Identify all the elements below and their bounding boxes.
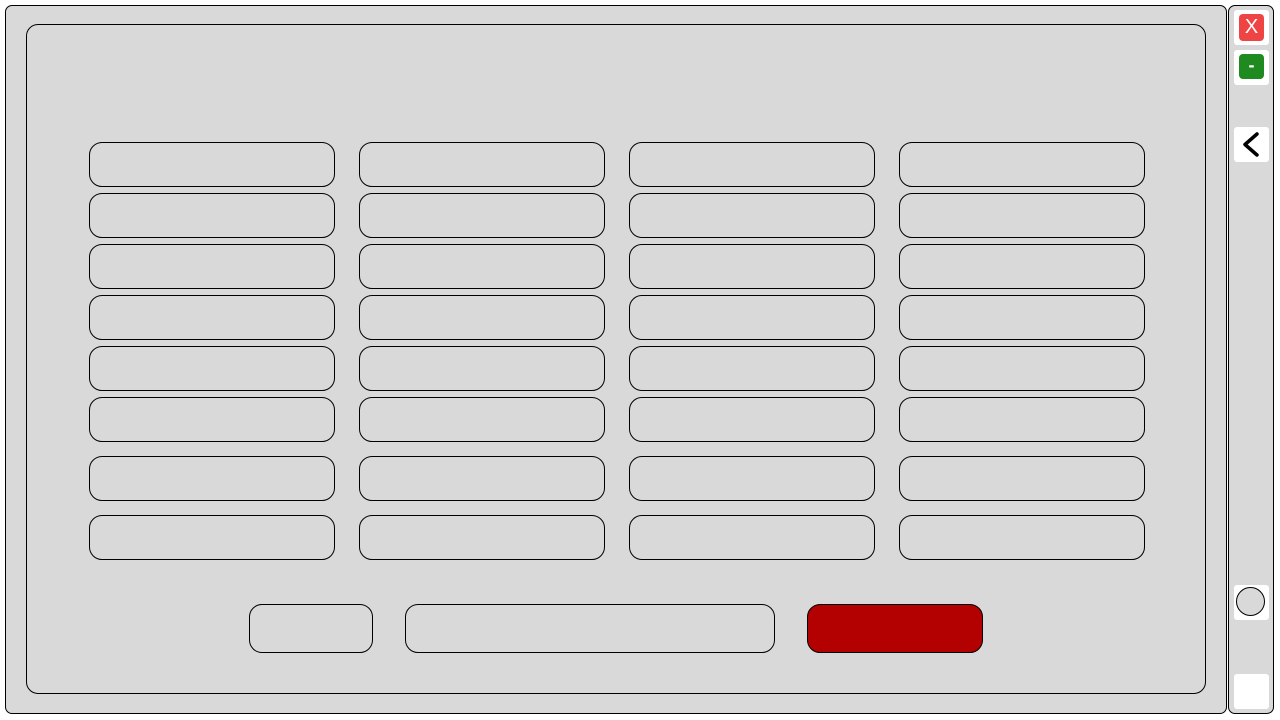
close-icon[interactable]: X [1239, 14, 1264, 41]
grid-button-r3-c1[interactable] [89, 244, 335, 289]
grid-button-r6-c4[interactable] [899, 397, 1145, 442]
grid-button-r3-c2[interactable] [359, 244, 605, 289]
bottom-red-action-button[interactable] [807, 604, 983, 653]
grid-button-r4-c3[interactable] [629, 295, 875, 340]
grid-button-r2-c3[interactable] [629, 193, 875, 238]
grid-button-r7-c2[interactable] [359, 456, 605, 501]
grid-button-r8-c2[interactable] [359, 515, 605, 560]
minimize-tile: - [1234, 50, 1269, 85]
grid-button-r8-c3[interactable] [629, 515, 875, 560]
circle-icon [1236, 587, 1265, 616]
back-button[interactable] [1234, 127, 1269, 162]
grid-button-r5-c3[interactable] [629, 346, 875, 391]
grid-button-r2-c2[interactable] [359, 193, 605, 238]
grid-button-r5-c4[interactable] [899, 346, 1145, 391]
chevron-left-icon [1243, 132, 1259, 157]
grid-button-r7-c4[interactable] [899, 456, 1145, 501]
grid-button-r4-c2[interactable] [359, 295, 605, 340]
close-tile: X [1234, 10, 1269, 45]
grid-button-r1-c4[interactable] [899, 142, 1145, 187]
blank-tile[interactable] [1234, 674, 1269, 709]
grid-button-r2-c4[interactable] [899, 193, 1145, 238]
grid-button-r7-c3[interactable] [629, 456, 875, 501]
grid-button-r6-c2[interactable] [359, 397, 605, 442]
minimize-icon[interactable]: - [1239, 54, 1264, 79]
grid-button-r4-c1[interactable] [89, 295, 335, 340]
grid-button-r1-c2[interactable] [359, 142, 605, 187]
grid-button-r2-c1[interactable] [89, 193, 335, 238]
grid-button-r1-c1[interactable] [89, 142, 335, 187]
grid-button-r8-c1[interactable] [89, 515, 335, 560]
grid-button-r6-c1[interactable] [89, 397, 335, 442]
grid-button-r6-c3[interactable] [629, 397, 875, 442]
grid-button-r4-c4[interactable] [899, 295, 1145, 340]
circle-tile[interactable] [1234, 585, 1269, 620]
grid-button-r5-c2[interactable] [359, 346, 605, 391]
grid-button-r3-c3[interactable] [629, 244, 875, 289]
grid-button-r3-c4[interactable] [899, 244, 1145, 289]
main-panel [26, 24, 1206, 694]
grid-button-r7-c1[interactable] [89, 456, 335, 501]
bottom-small-button[interactable] [249, 604, 373, 653]
grid-button-r1-c3[interactable] [629, 142, 875, 187]
bottom-wide-button[interactable] [405, 604, 775, 653]
grid-button-r8-c4[interactable] [899, 515, 1145, 560]
grid-button-r5-c1[interactable] [89, 346, 335, 391]
